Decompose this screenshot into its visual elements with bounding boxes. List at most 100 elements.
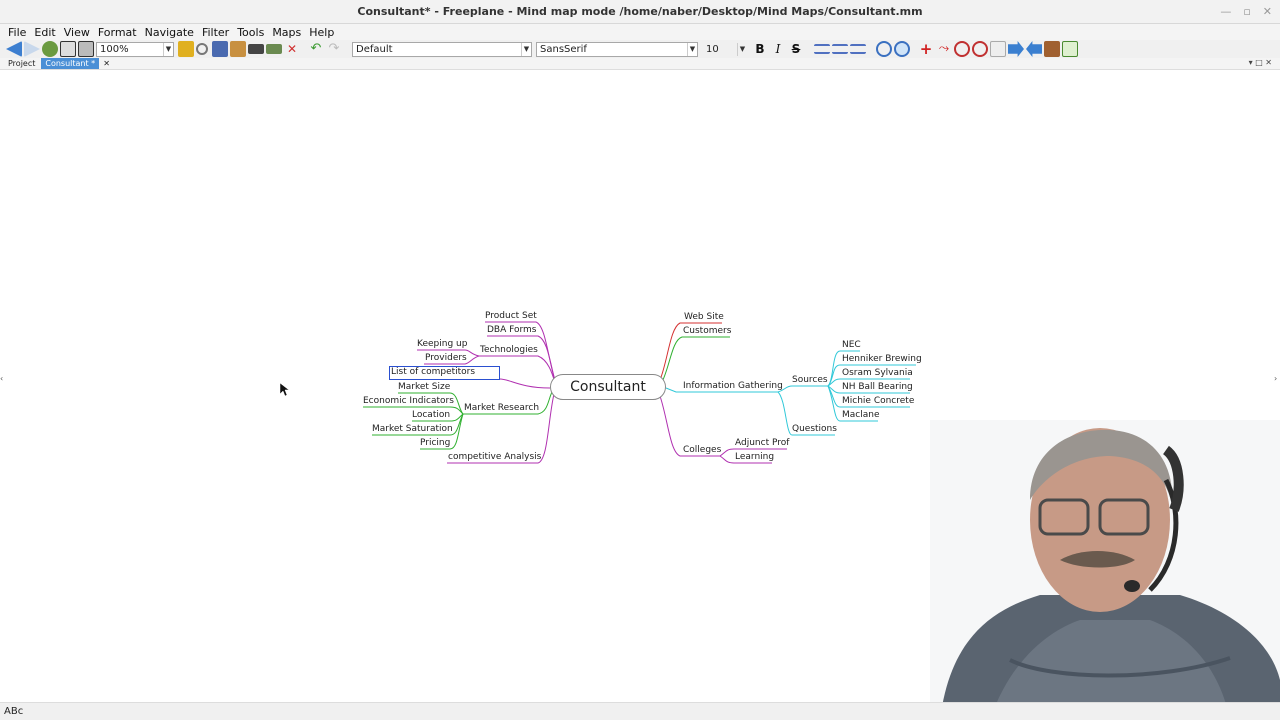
- zoom-value: 100%: [100, 43, 129, 55]
- grid-icon[interactable]: [60, 41, 76, 57]
- node-list-of-competitors[interactable]: List of competitors: [389, 366, 500, 380]
- node-market-size[interactable]: Market Size: [398, 382, 450, 393]
- tab-controls: ▾ □ ✕: [1249, 58, 1272, 67]
- node-technologies[interactable]: Technologies: [480, 345, 538, 356]
- open-map-icon[interactable]: [178, 41, 194, 57]
- align-right-icon[interactable]: [850, 44, 866, 54]
- tab-bar: Project Consultant * ✕ ▾ □ ✕: [0, 58, 1280, 70]
- print-icon[interactable]: [248, 44, 264, 54]
- menu-filter[interactable]: Filter: [198, 26, 233, 39]
- strikethrough-button[interactable]: S: [788, 41, 804, 57]
- save-icon[interactable]: [212, 41, 228, 57]
- cloud-color-icon[interactable]: [894, 41, 910, 57]
- node-product-set[interactable]: Product Set: [485, 311, 537, 322]
- node-web-site[interactable]: Web Site: [684, 312, 724, 323]
- style-select[interactable]: Default ▼: [352, 41, 532, 57]
- menu-view[interactable]: View: [60, 26, 94, 39]
- node-competitive-analysis[interactable]: competitive Analysis: [448, 452, 541, 463]
- align-center-icon[interactable]: [832, 44, 848, 54]
- zoom-select[interactable]: 100% ▼: [96, 41, 174, 57]
- window-title-bar: Consultant* - Freeplane - Mind map mode …: [0, 0, 1280, 24]
- node-providers[interactable]: Providers: [425, 353, 467, 364]
- forward-icon[interactable]: [24, 41, 40, 57]
- save-all-icon[interactable]: [230, 41, 246, 57]
- cloud-icon[interactable]: [876, 41, 892, 57]
- node-dba-forms[interactable]: DBA Forms: [487, 325, 536, 336]
- node-sources[interactable]: Sources: [792, 375, 828, 386]
- node-keeping-up[interactable]: Keeping up: [417, 339, 467, 350]
- node-market-saturation[interactable]: Market Saturation: [372, 424, 453, 435]
- menu-help[interactable]: Help: [305, 26, 338, 39]
- tab-consultant[interactable]: Consultant *: [41, 58, 100, 69]
- font-size-value: 10: [706, 43, 719, 55]
- grid-fit-icon[interactable]: [78, 41, 94, 57]
- toolbar: 100% ▼ ✕ ↶ ↷ Default ▼ SansSerif ▼ 10 ▼ …: [0, 40, 1280, 58]
- chevron-down-icon: ▼: [737, 42, 747, 56]
- node-pricing[interactable]: Pricing: [420, 438, 450, 449]
- node-list-of-competitors-label: List of competitors: [391, 367, 476, 377]
- search-icon[interactable]: [196, 43, 208, 55]
- chevron-down-icon: ▼: [687, 42, 697, 56]
- connector-icon[interactable]: ⤳: [936, 41, 952, 57]
- node-location[interactable]: Location: [412, 410, 450, 421]
- node-nec[interactable]: NEC: [842, 340, 861, 351]
- zoom-fit-icon[interactable]: [990, 41, 1006, 57]
- node-learning[interactable]: Learning: [735, 452, 774, 463]
- node-customers[interactable]: Customers: [683, 326, 731, 337]
- menu-navigate[interactable]: Navigate: [141, 26, 198, 39]
- close-window-icon[interactable]: ✕: [1263, 0, 1272, 24]
- menu-file[interactable]: File: [4, 26, 30, 39]
- node-information-gathering[interactable]: Information Gathering: [683, 381, 783, 392]
- align-left-icon[interactable]: [814, 44, 830, 54]
- status-bar: ABc: [0, 702, 1280, 720]
- font-value: SansSerif: [540, 43, 587, 55]
- chevron-down-icon: ▼: [163, 42, 173, 56]
- node-questions[interactable]: Questions: [792, 424, 837, 435]
- node-maclane[interactable]: Maclane: [842, 410, 880, 421]
- root-node[interactable]: Consultant: [550, 374, 666, 400]
- node-adjunct-prof[interactable]: Adjunct Prof: [735, 438, 789, 449]
- right-scroll-arrow[interactable]: ›: [1274, 374, 1277, 383]
- node-market-research[interactable]: Market Research: [464, 403, 539, 414]
- tab-project[interactable]: Project: [4, 58, 39, 69]
- tab-menu-icon[interactable]: ▾: [1249, 58, 1253, 67]
- maximize-icon[interactable]: ▫: [1243, 0, 1250, 24]
- menu-edit[interactable]: Edit: [30, 26, 59, 39]
- add-node-icon[interactable]: +: [918, 41, 934, 57]
- print-preview-icon[interactable]: [266, 44, 282, 54]
- tools-icon[interactable]: [1044, 41, 1060, 57]
- menu-maps[interactable]: Maps: [268, 26, 305, 39]
- navigate-next-icon[interactable]: [1008, 41, 1024, 57]
- redo-icon[interactable]: ↷: [326, 41, 342, 57]
- node-michie-concrete[interactable]: Michie Concrete: [842, 396, 914, 407]
- node-colleges[interactable]: Colleges: [683, 445, 721, 456]
- info-icon[interactable]: [1062, 41, 1078, 57]
- font-size-select[interactable]: 10 ▼: [702, 41, 748, 57]
- zoom-out-icon[interactable]: [972, 41, 988, 57]
- node-economic-indicators[interactable]: Economic Indicators: [363, 396, 454, 407]
- close-tab-icon[interactable]: ✕: [103, 59, 110, 68]
- bold-button[interactable]: B: [752, 41, 768, 57]
- undo-icon[interactable]: ↶: [308, 41, 324, 57]
- font-select[interactable]: SansSerif ▼: [536, 41, 698, 57]
- style-value: Default: [356, 43, 393, 55]
- node-nh-ball-bearing[interactable]: NH Ball Bearing: [842, 382, 913, 393]
- tab-close-all-icon[interactable]: ✕: [1265, 58, 1272, 67]
- italic-button[interactable]: I: [770, 41, 786, 57]
- menu-format[interactable]: Format: [94, 26, 141, 39]
- back-icon[interactable]: [6, 41, 22, 57]
- close-map-icon[interactable]: ✕: [284, 41, 300, 57]
- navigate-prev-icon[interactable]: [1026, 41, 1042, 57]
- zoom-in-icon[interactable]: [954, 41, 970, 57]
- tab-maximize-icon[interactable]: □: [1255, 58, 1263, 67]
- left-scroll-arrow[interactable]: ‹: [0, 374, 3, 383]
- menu-bar: File Edit View Format Navigate Filter To…: [0, 24, 1280, 40]
- tab-consultant-label: Consultant *: [45, 59, 96, 68]
- minimize-icon[interactable]: —: [1220, 0, 1231, 24]
- gear-icon[interactable]: [42, 41, 58, 57]
- menu-tools[interactable]: Tools: [233, 26, 268, 39]
- webcam-overlay: [930, 420, 1280, 720]
- node-osram-sylvania[interactable]: Osram Sylvania: [842, 368, 913, 379]
- node-henniker-brewing[interactable]: Henniker Brewing: [842, 354, 922, 365]
- chevron-down-icon: ▼: [521, 42, 531, 56]
